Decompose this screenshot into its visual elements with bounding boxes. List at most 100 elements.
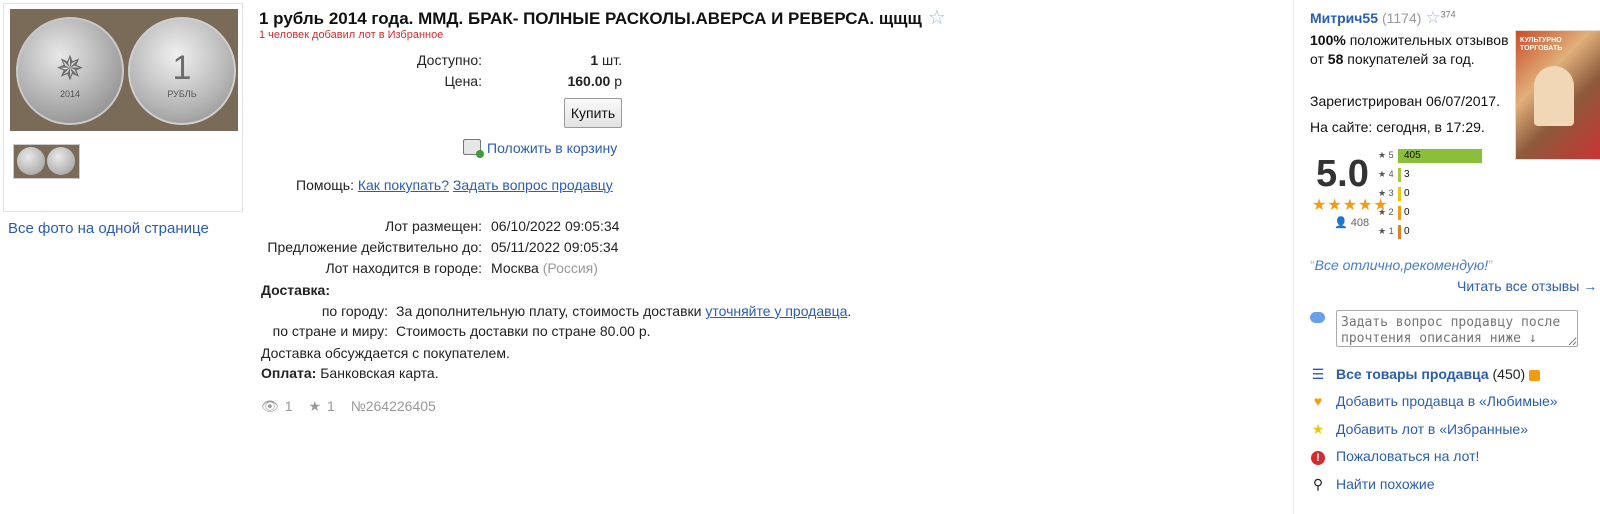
posted-value: 06/10/2022 09:05:34 xyxy=(491,218,620,234)
price-label: Цена: xyxy=(444,73,482,89)
positive-percent: 100% xyxy=(1310,32,1346,48)
seller-avatar-poster[interactable]: КУЛЬТУРНО ТОРГОВАТЬ xyxy=(1515,30,1600,160)
rating-row-bar xyxy=(1398,225,1401,239)
star-icon: ★ xyxy=(308,398,322,414)
thumb-coin-obverse xyxy=(17,147,45,175)
price-value: 160.00 р xyxy=(540,73,622,89)
main-photo[interactable]: ✵ 2014 1 РУБЛЬ xyxy=(10,9,238,131)
city-label: Лот находится в городе: xyxy=(325,260,482,276)
country-name: (Россия) xyxy=(542,260,598,276)
find-similar-link[interactable]: Найти похожие xyxy=(1336,476,1435,492)
city-value: Москва (Россия) xyxy=(491,260,598,276)
rating-row-count: 0 xyxy=(1404,188,1410,199)
available-label: Доступно: xyxy=(417,52,482,68)
buyers-text: покупателей за год. xyxy=(1343,51,1475,67)
photo-gallery: ✵ 2014 1 РУБЛЬ xyxy=(3,3,243,212)
add-lot-favorite-link[interactable]: Добавить лот в «Избранные» xyxy=(1336,421,1528,437)
rating-row-bar xyxy=(1398,187,1401,201)
help-row: Помощь: Как покупать? Задать вопрос прод… xyxy=(296,177,613,193)
read-all-reviews-link[interactable]: Читать все отзывы → xyxy=(1457,278,1597,294)
eagle-emblem-icon: ✵ xyxy=(55,50,85,88)
delivery-city-label: по городу: xyxy=(321,303,388,319)
add-seller-favorite-link[interactable]: Добавить продавца в «Любимые» xyxy=(1336,393,1558,409)
review-quote: “Все отлично,рекомендую!” xyxy=(1310,257,1493,273)
all-items-link[interactable]: Все товары продавца xyxy=(1336,366,1489,382)
rating-row-count: 3 xyxy=(1404,169,1410,180)
all-photos-link[interactable]: Все фото на одной странице xyxy=(8,220,209,237)
add-to-cart-label: Положить в корзину xyxy=(487,140,618,156)
poster-text: КУЛЬТУРНО ТОРГОВАТЬ xyxy=(1520,37,1563,52)
rating-row-bar xyxy=(1398,206,1401,220)
star-icon: ★ xyxy=(1311,421,1325,437)
add-to-cart-link[interactable]: Положить в корзину xyxy=(463,139,618,159)
how-to-buy-link[interactable]: Как покупать? xyxy=(358,177,449,193)
buyers-count: 58 xyxy=(1327,51,1344,67)
report-lot-link[interactable]: Пожаловаться на лот! xyxy=(1336,448,1479,464)
rating-row-count: 0 xyxy=(1404,226,1410,237)
buy-button[interactable]: Купить xyxy=(564,98,622,128)
coin-obverse-caption: 2014 xyxy=(59,89,81,99)
payment-label: Оплата: xyxy=(261,365,317,381)
lot-title: 1 рубль 2014 года. ММД. БРАК- ПОЛНЫЕ РАС… xyxy=(259,5,946,30)
rating-row-label: ★ 2 xyxy=(1378,207,1394,217)
delivery-note: Доставка обсуждается с покупателем. xyxy=(261,345,510,361)
help-label: Помощь: xyxy=(296,177,354,193)
poster-figure xyxy=(1534,66,1574,126)
rating-score: 5.0 xyxy=(1316,153,1369,195)
city-name: Москва xyxy=(491,260,539,276)
ask-seller-link[interactable]: Задать вопрос продавцу xyxy=(453,177,613,193)
seller-rating-count: (1174) xyxy=(1381,10,1422,26)
chat-icon xyxy=(1310,312,1325,323)
thumb-coin-reverse xyxy=(47,147,75,175)
eye-icon: 👁 xyxy=(261,398,279,414)
delivery-country-text: Стоимость доставки по стране 80.00 р. xyxy=(396,323,651,339)
seller-feedback-summary: 100% положительных отзывов от 58 покупат… xyxy=(1310,31,1515,69)
available-unit: шт. xyxy=(602,52,622,68)
views-count: 1 xyxy=(284,398,293,414)
payment-value: Банковская карта. xyxy=(320,365,439,381)
ask-seller-delivery-link[interactable]: уточняйте у продавца xyxy=(705,303,847,319)
rating-voters: 👤 408 xyxy=(1334,216,1369,229)
seller-star-icon[interactable]: ☆ xyxy=(1425,8,1440,27)
price-currency: р xyxy=(614,73,622,89)
rss-icon[interactable] xyxy=(1529,369,1541,381)
delivery-title: Доставка: xyxy=(261,282,331,298)
lot-stats: 👁 1 ★ 1 №264226405 xyxy=(261,398,442,415)
rating-row-label: ★ 4 xyxy=(1378,169,1394,179)
payment-row: Оплата: Банковская карта. xyxy=(261,365,439,381)
favorites-count: 1 xyxy=(327,398,335,414)
rating-row-label: ★ 5 xyxy=(1378,150,1394,160)
price-amount: 160.00 xyxy=(567,73,611,89)
lot-title-text: 1 рубль 2014 года. ММД. БРАК- ПОЛНЫЕ РАС… xyxy=(259,9,922,28)
review-quote-text: Все отлично,рекомендую! xyxy=(1314,257,1489,273)
photo-thumbnail[interactable] xyxy=(13,144,80,179)
rating-voters-count: 408 xyxy=(1350,217,1370,229)
user-icon: 👤 xyxy=(1334,217,1348,229)
heart-icon: ♥ xyxy=(1313,393,1323,409)
coin-obverse-image: ✵ 2014 xyxy=(16,17,124,125)
seller-panel: Митрич55 (1174) ☆374 100% положительных от… xyxy=(1293,0,1600,514)
favorite-star-icon[interactable]: ☆ xyxy=(928,7,946,29)
search-icon: ⚲ xyxy=(1312,476,1324,492)
rating-row-count: 0 xyxy=(1404,207,1410,218)
available-count: 1 xyxy=(590,52,599,68)
favorites-note: 1 человек добавил лот в Избранное xyxy=(259,29,444,41)
rating-row-count: 405 xyxy=(1404,150,1421,161)
lot-number: №264226405 xyxy=(350,398,436,414)
ask-seller-textarea[interactable] xyxy=(1336,310,1578,347)
all-items-count: (450) xyxy=(1492,366,1526,382)
coin-reverse-glyph: 1 xyxy=(172,49,192,87)
delivery-city-end: . xyxy=(847,303,852,319)
delivery-city-desc: За дополнительную плату, стоимость доста… xyxy=(396,303,702,319)
coin-reverse-caption: РУБЛЬ xyxy=(167,89,197,99)
coin-reverse-image: 1 РУБЛЬ xyxy=(128,17,236,125)
rating-row-bar xyxy=(1398,168,1401,182)
seller-name-link[interactable]: Митрич55 xyxy=(1310,10,1378,26)
rating-row-label: ★ 1 xyxy=(1378,226,1394,236)
rating-row-label: ★ 3 xyxy=(1378,188,1394,198)
available-value: 1 шт. xyxy=(560,52,622,68)
seller-stars-count: 374 xyxy=(1440,9,1456,20)
posted-label: Лот размещен: xyxy=(385,218,482,234)
list-icon: ☰ xyxy=(1311,366,1325,382)
valid-until-label: Предложение действительно до: xyxy=(267,239,482,255)
